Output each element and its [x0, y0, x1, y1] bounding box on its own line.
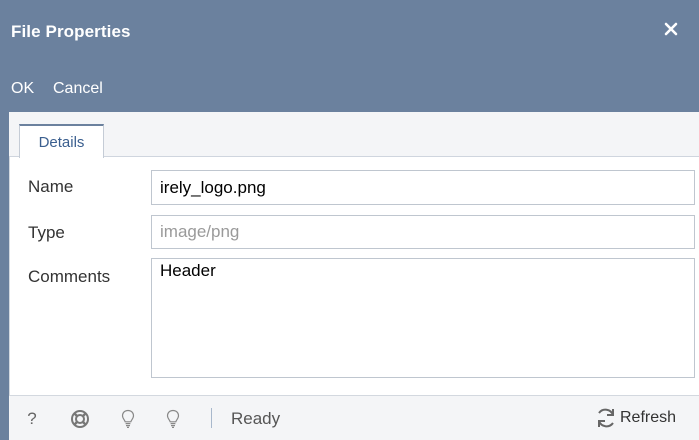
comments-label: Comments	[28, 267, 111, 286]
tab-strip: Details	[9, 112, 699, 158]
comments-textarea[interactable]: Header	[151, 258, 695, 378]
lifebuoy-icon[interactable]	[69, 409, 91, 429]
refresh-label: Refresh	[620, 409, 677, 426]
lightbulb-glyph	[121, 409, 135, 428]
title-bar: File Properties	[0, 0, 699, 66]
refresh-button[interactable]: Refresh	[594, 407, 676, 429]
status-separator	[211, 408, 212, 428]
status-bar: ? Ready Refresh	[9, 395, 699, 440]
file-properties-window: File Properties OK Cancel Details Name i…	[0, 0, 699, 440]
help-icon[interactable]: ?	[26, 409, 38, 429]
close-button[interactable]	[660, 18, 682, 40]
toolbar: OK Cancel	[0, 66, 699, 112]
lightbulb-icon[interactable]	[119, 409, 137, 429]
ok-button[interactable]: OK	[11, 80, 34, 98]
lightbulb-glyph	[166, 409, 180, 428]
lightbulb-icon[interactable]	[164, 409, 182, 429]
refresh-icon	[598, 408, 614, 428]
comments-value: Header	[160, 261, 216, 280]
window-title: File Properties	[11, 22, 131, 41]
cancel-button[interactable]: Cancel	[53, 80, 103, 98]
status-text: Ready	[231, 409, 281, 428]
details-form: Name irely_logo.png Type image/png Comme…	[9, 157, 699, 395]
type-label: Type	[28, 223, 65, 242]
type-field: image/png	[151, 215, 695, 249]
content-area: Details Name irely_logo.png Type image/p…	[9, 112, 699, 440]
name-field-value: irely_logo.png	[160, 177, 266, 197]
type-field-value: image/png	[160, 222, 240, 241]
lifebuoy-glyph	[71, 410, 89, 428]
tab-details[interactable]: Details	[19, 124, 104, 158]
help-glyph: ?	[27, 409, 37, 428]
name-field[interactable]: irely_logo.png	[151, 170, 695, 205]
close-icon	[664, 22, 678, 36]
name-label: Name	[28, 177, 74, 196]
